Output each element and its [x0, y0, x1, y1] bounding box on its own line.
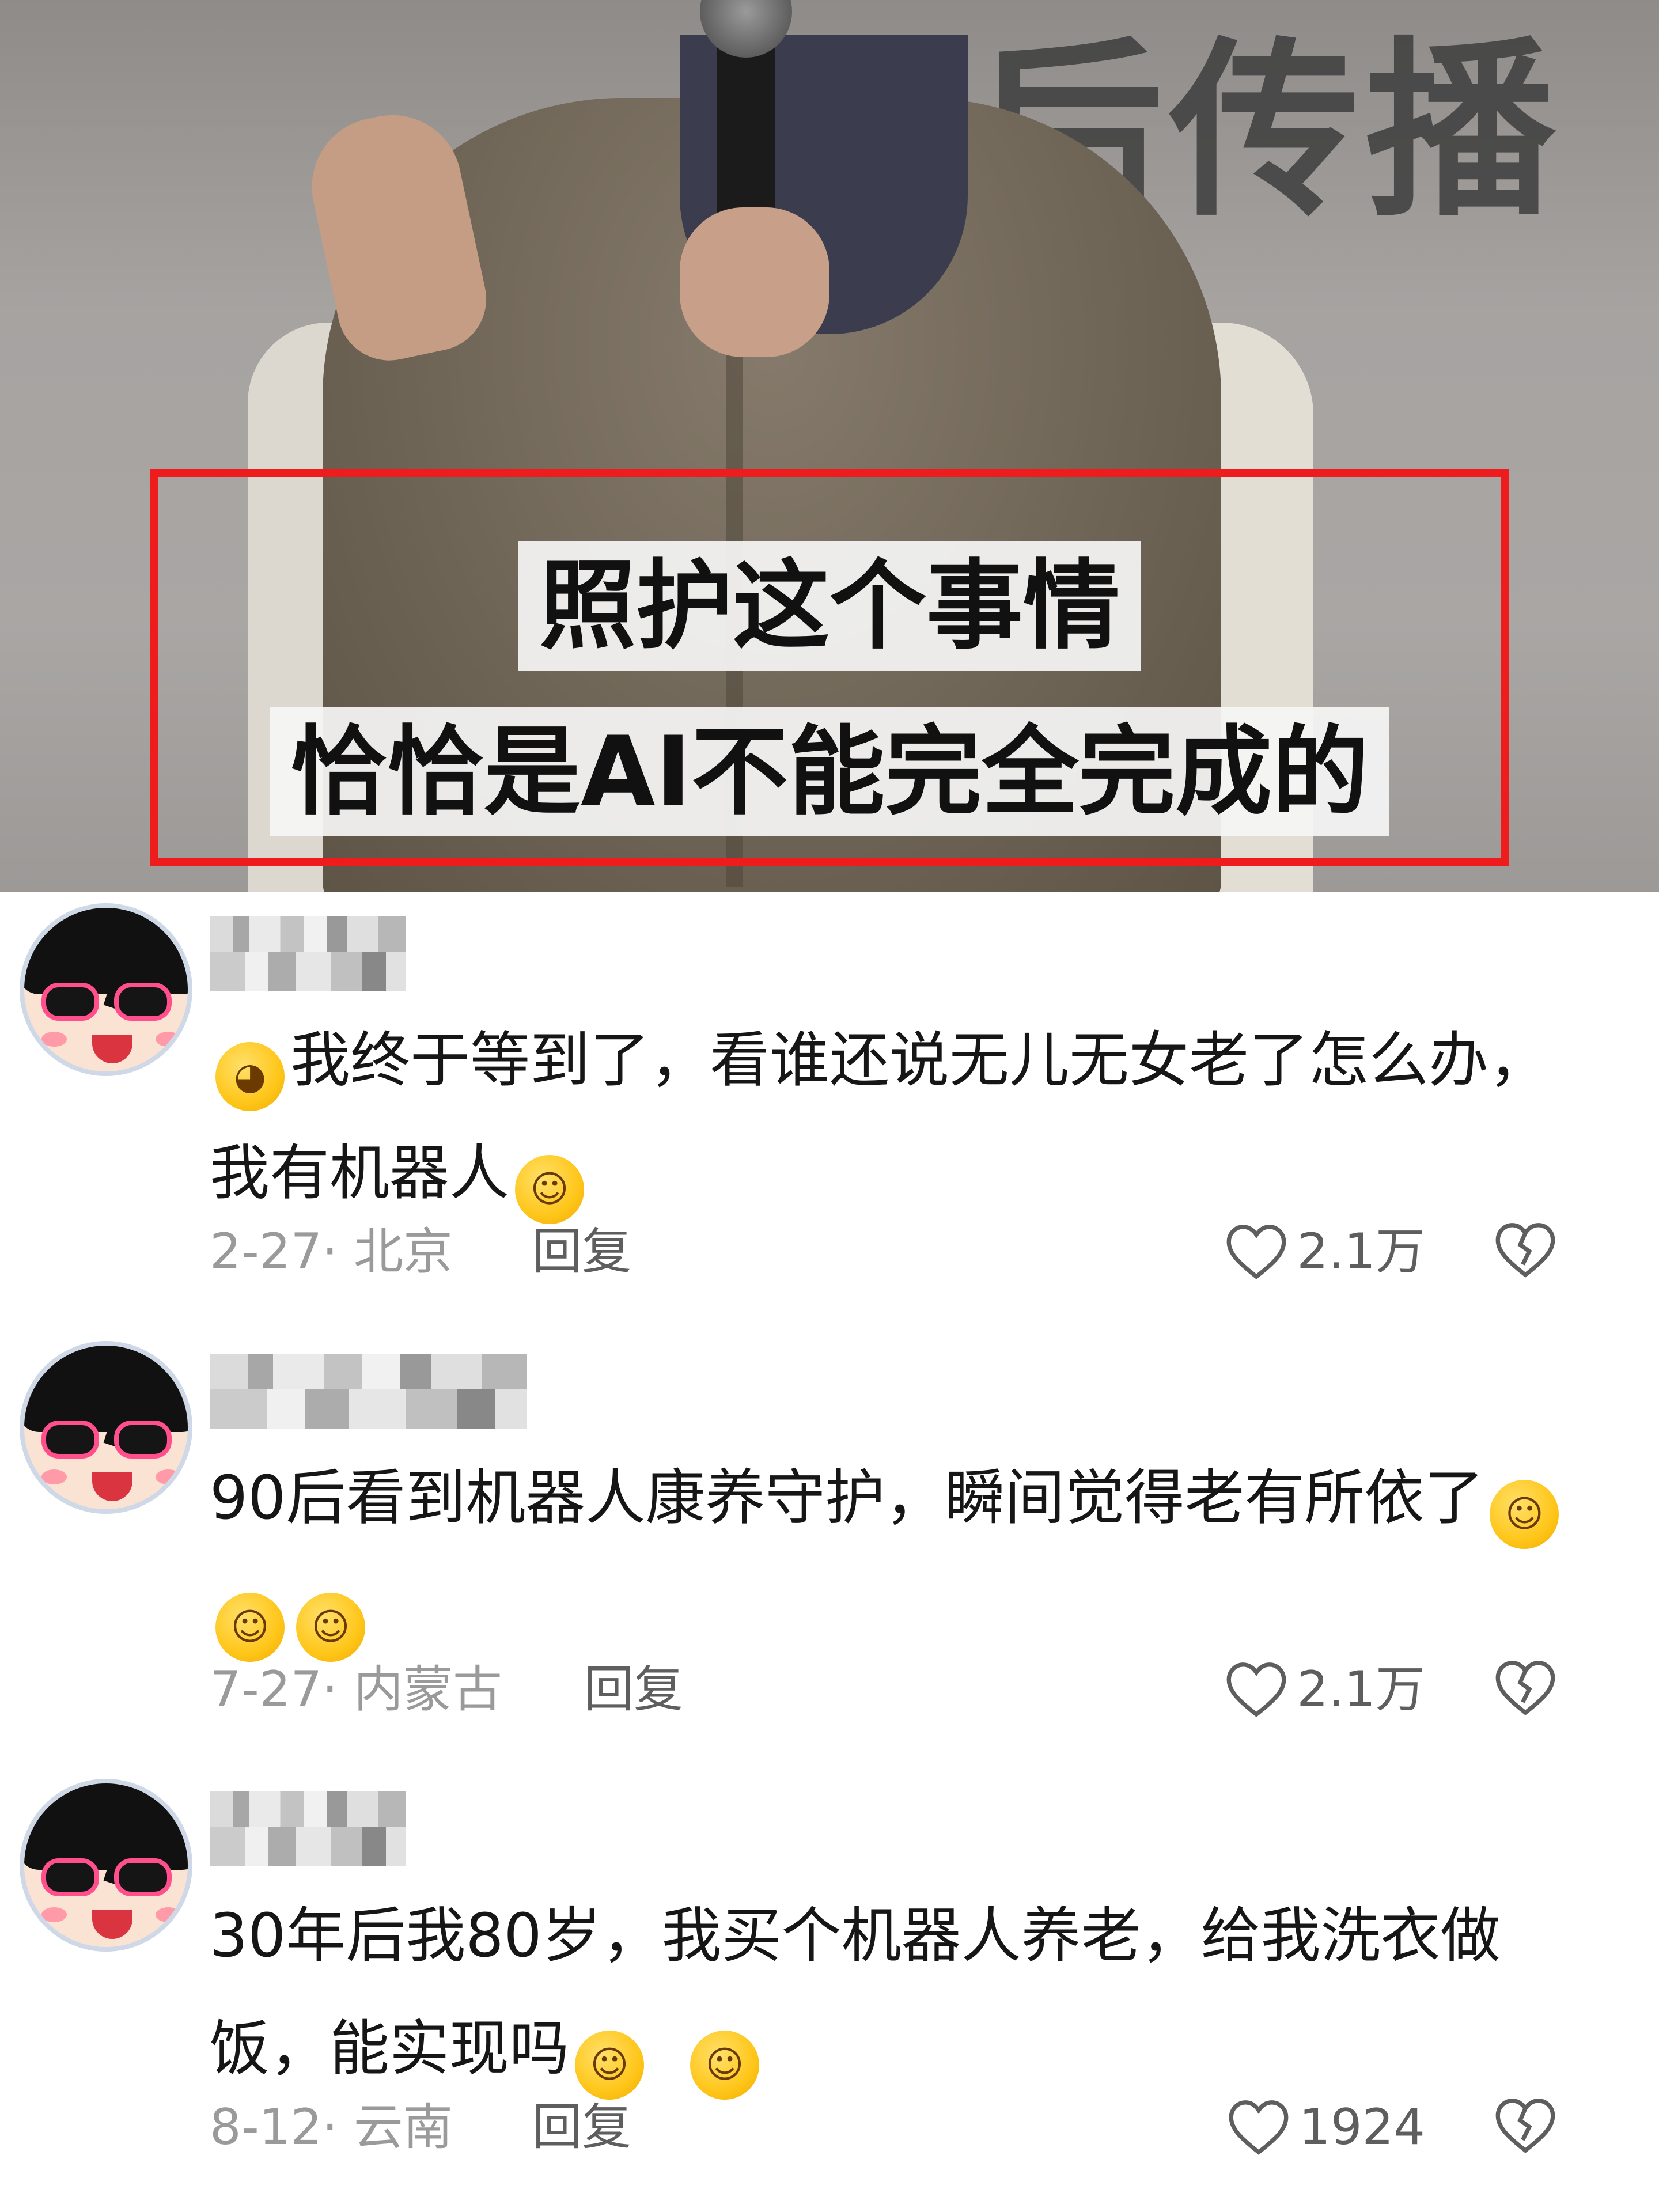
- hand-over-mouth-face-icon: ☺: [1490, 1480, 1559, 1549]
- heart-icon: [1229, 2100, 1289, 2155]
- grinning-face-icon: ☺: [690, 2031, 760, 2100]
- dislike-button[interactable]: [1493, 1221, 1558, 1300]
- avatar-sunglasses: [41, 1421, 174, 1461]
- comment-text: 我终于等到了，看谁还说无儿无女老了怎么办，我有机器人: [210, 1025, 1549, 1208]
- avatar-cheek: [156, 1907, 181, 1922]
- like-count: 2.1万: [1297, 1223, 1425, 1281]
- loudly-crying-face-icon: ◕: [215, 1042, 285, 1111]
- comment-item: ◕ 我终于等到了，看谁还说无儿无女老了怎么办，我有机器人 ☺ 2-27· 北京 回复…: [0, 892, 1659, 1330]
- broken-heart-icon: [1495, 1661, 1555, 1715]
- grinning-face-icon: ☺: [575, 2031, 645, 2100]
- avatar-cheek: [41, 1469, 67, 1484]
- avatar[interactable]: [20, 1341, 192, 1514]
- comment-text-block: ◕ 我终于等到了，看谁还说无儿无女老了怎么办，我有机器人 ☺: [210, 1003, 1581, 1229]
- like-button[interactable]: 2.1万: [1224, 1214, 1425, 1289]
- rolling-laughing-face-icon: ☺: [515, 1155, 585, 1224]
- hand-over-mouth-face-icon: ☺: [215, 1593, 285, 1662]
- video-frame[interactable]: 后传播 照护这个事情 恰恰是AI不能完全完成的: [0, 0, 1659, 892]
- broken-heart-icon: [1495, 2099, 1555, 2153]
- caption-line-1: 照护这个事情: [0, 541, 1659, 671]
- avatar-sunglasses: [41, 983, 174, 1023]
- avatar-mouth: [92, 1910, 132, 1939]
- reply-button[interactable]: 回复: [584, 1652, 683, 1727]
- avatar-mouth: [92, 1035, 132, 1063]
- like-button[interactable]: 1924: [1226, 2090, 1425, 2165]
- broken-heart-icon: [1495, 1223, 1555, 1278]
- avatar-hair: [24, 1783, 188, 1870]
- comment-text-block: 30年后我80岁，我买个机器人养老，给我洗衣做饭，能实现吗 ☺ ☺: [210, 1879, 1581, 2105]
- username-blurred[interactable]: [210, 916, 406, 991]
- avatar[interactable]: [20, 903, 192, 1076]
- like-button[interactable]: 2.1万: [1224, 1652, 1425, 1727]
- comment-text-block: 90后看到机器人康养守护，瞬间觉得老有所依了 ☺☺ ☺: [210, 1441, 1581, 1667]
- avatar-hair: [24, 908, 188, 994]
- caption-line-2-text: 恰恰是AI不能完全完成的: [269, 707, 1390, 836]
- reply-button[interactable]: 回复: [532, 2090, 631, 2165]
- avatar[interactable]: [20, 1779, 192, 1952]
- avatar-sunglasses: [41, 1858, 174, 1899]
- avatar-cheek: [41, 1907, 67, 1922]
- comment-date-location: 2-27· 北京: [210, 1223, 453, 1281]
- like-count: 1924: [1299, 2099, 1425, 2156]
- comment-text: 90后看到机器人康养守护，瞬间觉得老有所依了: [210, 1463, 1484, 1533]
- avatar-hair: [24, 1346, 188, 1432]
- like-count: 2.1万: [1297, 1661, 1425, 1718]
- heart-icon: [1226, 1225, 1286, 1279]
- comment-date-location: 8-12· 云南: [210, 2099, 453, 2156]
- dislike-button[interactable]: [1493, 2097, 1558, 2175]
- comment-text: 30年后我80岁，我买个机器人养老，给我洗衣做饭，能实现吗: [210, 1900, 1501, 2084]
- caption-line-2: 恰恰是AI不能完全完成的: [0, 707, 1659, 836]
- speaker-hand-holding-mic: [680, 207, 830, 357]
- hand-over-mouth-face-icon: ☺: [296, 1593, 365, 1662]
- comment-meta: 2-27· 北京 回复 2.1万: [210, 1214, 1581, 1289]
- avatar-mouth: [92, 1472, 132, 1501]
- username-blurred[interactable]: [210, 1791, 406, 1866]
- comment-meta: 8-12· 云南 回复 1924: [210, 2090, 1581, 2165]
- avatar-cheek: [156, 1032, 181, 1047]
- comment-date-location: 7-27· 内蒙古: [210, 1661, 502, 1718]
- caption-line-1-text: 照护这个事情: [518, 541, 1141, 671]
- username-blurred[interactable]: [210, 1354, 527, 1429]
- comment-meta: 7-27· 内蒙古 回复 2.1万: [210, 1652, 1581, 1727]
- heart-icon: [1226, 1662, 1286, 1717]
- avatar-cheek: [41, 1032, 67, 1047]
- avatar-cheek: [156, 1469, 181, 1484]
- comment-list: ◕ 我终于等到了，看谁还说无儿无女老了怎么办，我有机器人 ☺ 2-27· 北京 回复…: [0, 892, 1659, 2212]
- comment-item: 90后看到机器人康养守护，瞬间觉得老有所依了 ☺☺ ☺ 7-27· 内蒙古 回复 2…: [0, 1330, 1659, 1767]
- reply-button[interactable]: 回复: [532, 1214, 631, 1289]
- comment-item: 30年后我80岁，我买个机器人养老，给我洗衣做饭，能实现吗 ☺ ☺ 8-12· 云南…: [0, 1767, 1659, 2205]
- dislike-button[interactable]: [1493, 1659, 1558, 1737]
